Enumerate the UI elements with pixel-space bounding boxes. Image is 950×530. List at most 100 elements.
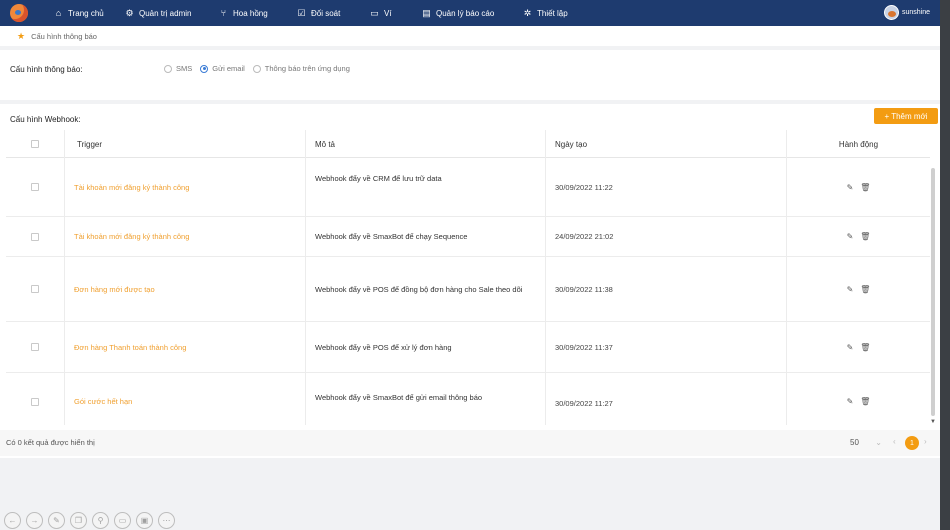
- trigger-text[interactable]: Đơn hàng Thanh toán thành công: [74, 343, 186, 352]
- row-checkbox[interactable]: [31, 343, 39, 351]
- edit-icon[interactable]: ✎: [847, 183, 854, 192]
- description-text: Webhook đẩy về POS để xử lý đơn hàng: [315, 342, 452, 352]
- row-select-cell: [6, 322, 65, 372]
- page-size-select[interactable]: 50 ⌄: [846, 435, 886, 450]
- radio-circle[interactable]: [252, 64, 261, 73]
- forward-icon[interactable]: →: [26, 512, 43, 529]
- trash-icon[interactable]: 🗑: [860, 232, 870, 241]
- trigger-text[interactable]: Đơn hàng mới được tạo: [74, 285, 155, 294]
- radio-in-app[interactable]: Thông báo trên ứng dụng: [252, 64, 350, 73]
- trigger-text[interactable]: Tài khoản mới đăng ký thành công: [74, 183, 189, 192]
- admin-icon: ⚙: [125, 7, 134, 18]
- nav-item-settings[interactable]: ✲ Thiết lập: [523, 0, 568, 26]
- add-webhook-button[interactable]: + Thêm mới: [874, 108, 938, 124]
- trigger-text[interactable]: Gói cước hết hạn: [74, 397, 132, 406]
- nav-label: Trang chủ: [68, 8, 104, 18]
- nav-item-reports[interactable]: ▤ Quản lý báo cáo: [422, 0, 494, 26]
- edit-icon[interactable]: ✎: [847, 343, 854, 352]
- actions-cell: ✎ 🗑: [787, 373, 930, 425]
- back-icon[interactable]: ←: [4, 512, 21, 529]
- description-cell: Webhook đẩy về SmaxBot để gửi email thôn…: [306, 373, 546, 425]
- scroll-down-arrow-icon[interactable]: ▼: [930, 419, 936, 425]
- window-edge: [940, 0, 950, 530]
- trash-icon[interactable]: 🗑: [860, 343, 870, 352]
- row-checkbox[interactable]: [31, 285, 39, 293]
- description-cell: Webhook đẩy về CRM để lưu trữ data: [306, 158, 546, 216]
- commission-icon: ⑂: [220, 7, 227, 18]
- edit-icon[interactable]: ✎: [847, 397, 854, 406]
- user-menu[interactable]: sunshine: [883, 5, 930, 20]
- app-logo[interactable]: [10, 4, 28, 22]
- table-footer: Có 0 kết quả được hiển thị 50 ⌄ ‹ 1 ›: [0, 430, 940, 456]
- trigger-text[interactable]: Tài khoản mới đăng ký thành công: [74, 232, 189, 241]
- zoom-icon[interactable]: ⚲: [92, 512, 109, 529]
- next-page-icon[interactable]: ›: [924, 437, 927, 446]
- gear-icon: ✲: [523, 7, 532, 18]
- edit-icon[interactable]: ✎: [847, 232, 854, 241]
- description-text: Webhook đẩy về SmaxBot để gửi email thôn…: [315, 393, 483, 402]
- reconcile-icon: ☑: [297, 7, 306, 18]
- more-icon[interactable]: ⋯: [158, 512, 175, 529]
- radio-label: Thông báo trên ứng dụng: [264, 64, 350, 73]
- created-cell: 30/09/2022 11:27: [546, 373, 787, 425]
- webhook-config-panel: Cấu hình Webhook: + Thêm mới Trigger Mô …: [0, 104, 940, 458]
- created-date: 24/09/2022 21:02: [555, 232, 614, 241]
- row-checkbox[interactable]: [31, 183, 39, 191]
- column-header-created[interactable]: Ngày tạo: [546, 130, 787, 158]
- created-date: 30/09/2022 11:38: [555, 284, 613, 294]
- page-number-current[interactable]: 1: [905, 436, 919, 450]
- created-date: 30/09/2022 11:27: [555, 398, 613, 408]
- created-cell: 30/09/2022 11:22: [546, 158, 787, 216]
- row-select-cell: [6, 158, 65, 216]
- nav-item-reconcile[interactable]: ☑ Đối soát: [297, 0, 340, 26]
- radio-sms[interactable]: SMS: [164, 64, 192, 73]
- radio-email[interactable]: Gửi email: [200, 64, 245, 73]
- radio-label: SMS: [176, 64, 193, 73]
- actions-cell: ✎ 🗑: [787, 158, 930, 216]
- description-cell: Webhook đẩy về POS để đồng bộ đơn hàng c…: [306, 257, 546, 321]
- actions-cell: ✎ 🗑: [787, 257, 930, 321]
- nav-item-wallet[interactable]: ▭ Ví: [370, 0, 391, 26]
- breadcrumb: ★ Cấu hình thông báo: [0, 26, 940, 46]
- table-scrollbar[interactable]: ▼: [929, 130, 937, 425]
- row-select-cell: [6, 373, 65, 425]
- column-header-trigger[interactable]: Trigger: [65, 130, 306, 158]
- created-cell: 30/09/2022 11:37: [546, 322, 787, 372]
- select-all-checkbox[interactable]: [31, 140, 39, 148]
- row-checkbox[interactable]: [31, 232, 39, 241]
- table-row: Đơn hàng mới được tạo Webhook đẩy về POS…: [6, 257, 930, 322]
- radio-circle[interactable]: [164, 64, 172, 73]
- trash-icon[interactable]: 🗑: [860, 397, 870, 406]
- trigger-cell: Đơn hàng Thanh toán thành công: [65, 322, 306, 372]
- top-nav: ⌂ Trang chủ ⚙ Quản trị admin ⑂ Hoa hồng …: [0, 0, 940, 26]
- avatar: [883, 5, 899, 20]
- nav-item-admin[interactable]: ⚙ Quản trị admin: [125, 0, 191, 26]
- nav-item-commission[interactable]: ⑂ Hoa hồng: [219, 0, 268, 26]
- row-checkbox[interactable]: [31, 397, 39, 406]
- nav-label: Quản trị admin: [139, 8, 192, 18]
- radio-circle-selected[interactable]: [200, 64, 209, 73]
- trash-icon[interactable]: 🗑: [860, 285, 870, 294]
- description-cell: Webhook đẩy về SmaxBot để chạy Sequence: [306, 217, 546, 256]
- created-cell: 30/09/2022 11:38: [546, 257, 787, 321]
- edit-icon[interactable]: ✎: [847, 285, 854, 294]
- pen-icon[interactable]: ✎: [48, 512, 65, 529]
- image-icon[interactable]: ▣: [136, 512, 153, 529]
- trigger-cell: Tài khoản mới đăng ký thành công: [65, 158, 306, 216]
- screen-icon[interactable]: ▭: [114, 512, 131, 529]
- description-text: Webhook đẩy về CRM để lưu trữ data: [315, 174, 442, 183]
- nav-label: Hoa hồng: [233, 8, 268, 18]
- nav-item-home[interactable]: ⌂ Trang chủ: [54, 0, 104, 26]
- actions-cell: ✎ 🗑: [787, 217, 930, 256]
- copy-icon[interactable]: ❐: [70, 512, 87, 529]
- chevron-down-icon: ⌄: [875, 438, 882, 447]
- table-row: Gói cước hết hạn Webhook đẩy về SmaxBot …: [6, 373, 930, 425]
- scrollbar-thumb[interactable]: [931, 168, 935, 416]
- description-text: Webhook đẩy về POS để đồng bộ đơn hàng c…: [315, 284, 523, 294]
- table-row: Tài khoản mới đăng ký thành công Webhook…: [6, 158, 930, 217]
- column-header-description[interactable]: Mô tả: [306, 130, 546, 158]
- prev-page-icon[interactable]: ‹: [893, 437, 896, 446]
- page-size-value: 50: [850, 438, 859, 447]
- trash-icon[interactable]: 🗑: [860, 183, 870, 192]
- notification-config-panel: Cấu hình thông báo: SMS Gửi email Thông …: [0, 50, 940, 100]
